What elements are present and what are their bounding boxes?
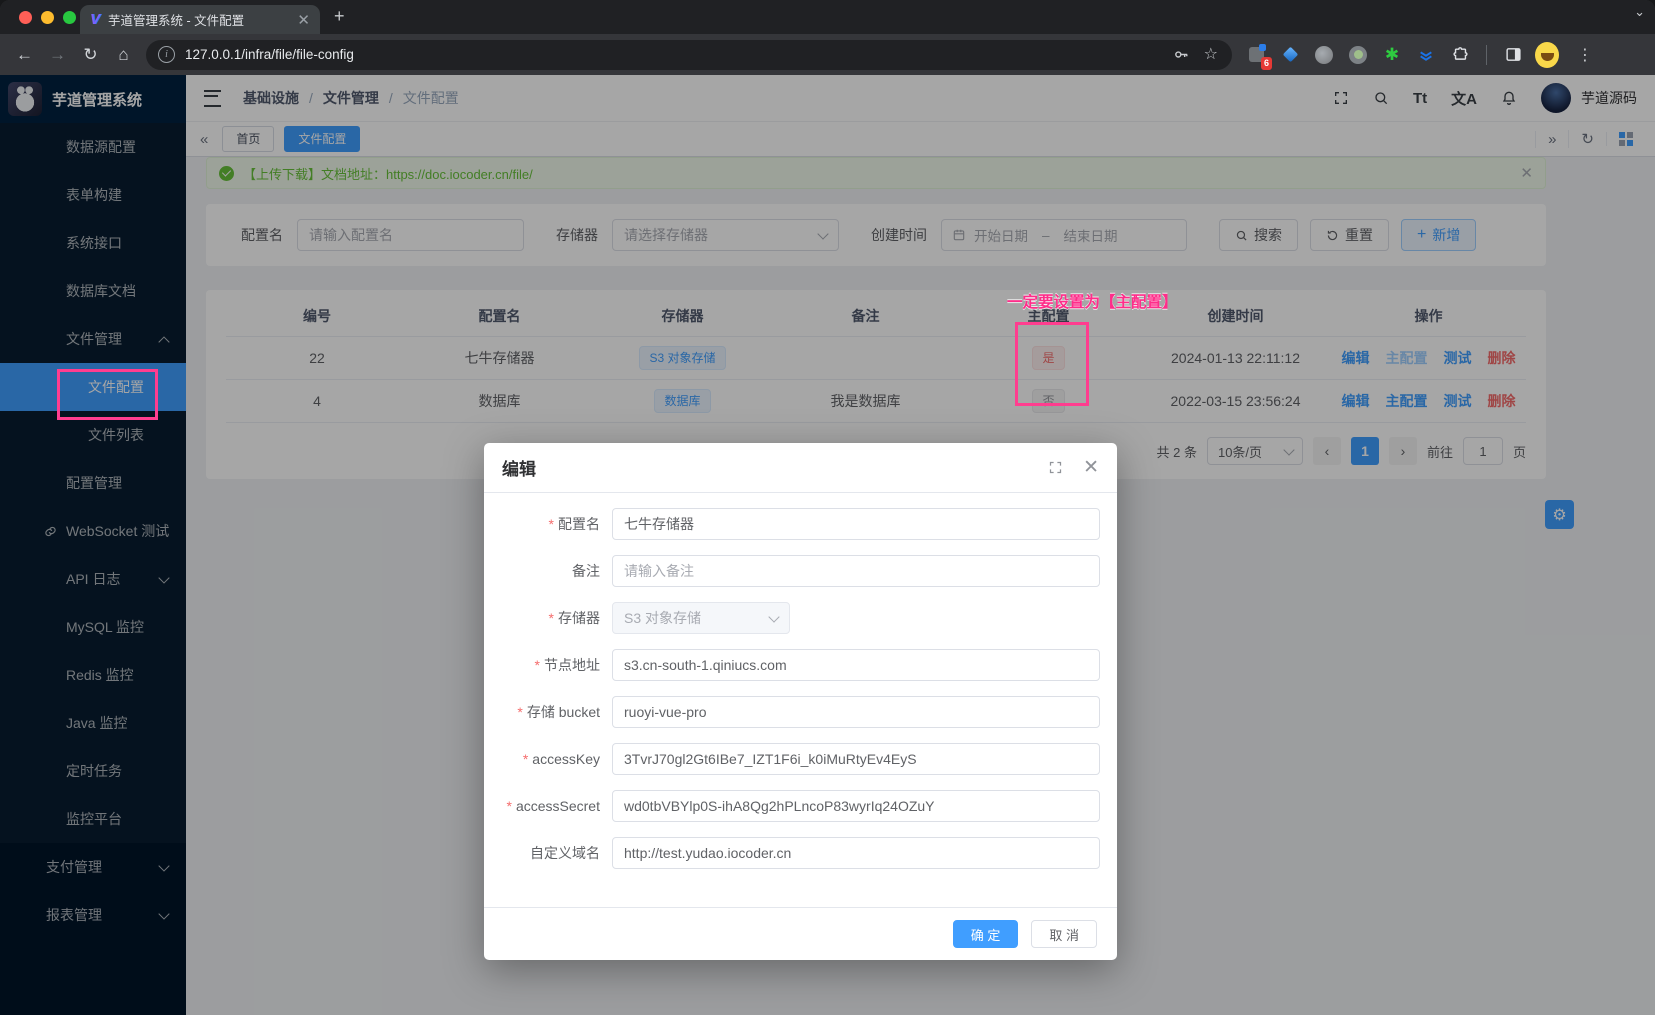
confirm-button[interactable]: 确 定 [953, 920, 1019, 948]
tab-close-icon[interactable]: ✕ [297, 11, 310, 29]
field-label: *accessKey [484, 751, 600, 767]
form-field-domain: 自定义域名 [484, 837, 1117, 869]
browser-tabstrip: V 芋道管理系统 - 文件配置 ✕ + ⌄ [0, 0, 1655, 34]
extension-badge: 6 [1261, 57, 1272, 70]
home-button[interactable]: ⌂ [107, 38, 140, 71]
form-field-remark: 备注 [484, 555, 1117, 587]
annotation-tip-text: 一定要设置为【主配置】 [1007, 290, 1178, 312]
minimize-window-button[interactable] [41, 11, 54, 24]
extension-icon[interactable] [1278, 43, 1302, 67]
name-input[interactable] [612, 508, 1100, 540]
form-field-accessSecret: *accessSecret [484, 790, 1117, 822]
edit-dialog: 编辑 ✕ *配置名备注 *存储器 S3 对象存储 *节点地址 *存储 bucket *ac… [484, 443, 1117, 960]
field-label: *配置名 [484, 514, 600, 534]
window-controls [19, 11, 76, 24]
form-field-endpoint: *节点地址 [484, 649, 1117, 681]
tab-title: 芋道管理系统 - 文件配置 [108, 10, 289, 29]
new-tab-button[interactable]: + [334, 6, 345, 27]
bookmark-star-icon[interactable]: ☆ [1204, 47, 1218, 63]
domain-input[interactable] [612, 837, 1100, 869]
extension-icon[interactable]: 6 [1244, 43, 1268, 67]
dialog-form: *配置名备注 *存储器 S3 对象存储 *节点地址 *存储 bucket *accessK… [484, 493, 1117, 869]
extensions-puzzle-icon[interactable] [1448, 43, 1472, 67]
tab-search-chevron-icon[interactable]: ⌄ [1634, 4, 1645, 20]
storage-select[interactable]: S3 对象存储 [612, 602, 790, 634]
field-label: 自定义域名 [484, 843, 600, 863]
password-key-icon[interactable] [1173, 46, 1190, 63]
extension-icon[interactable] [1346, 43, 1370, 67]
accessSecret-input[interactable] [612, 790, 1100, 822]
field-label: *存储 bucket [484, 702, 600, 722]
browser-tab[interactable]: V 芋道管理系统 - 文件配置 ✕ [80, 5, 320, 34]
browser-toolbar: ← → ↻ ⌂ i 127.0.0.1/infra/file/file-conf… [0, 34, 1655, 75]
dialog-title: 编辑 [502, 455, 536, 480]
dialog-fullscreen-icon[interactable] [1048, 460, 1063, 475]
address-bar[interactable]: i 127.0.0.1/infra/file/file-config ☆ [146, 40, 1232, 70]
back-button[interactable]: ← [8, 38, 41, 71]
bucket-input[interactable] [612, 696, 1100, 728]
chevron-down-icon [768, 611, 779, 622]
extension-icon[interactable] [1414, 43, 1438, 67]
field-label: *accessSecret [484, 798, 600, 814]
form-field-accessKey: *accessKey [484, 743, 1117, 775]
form-field-storage: *存储器 S3 对象存储 [484, 602, 1117, 634]
extension-icon[interactable]: ✱ [1380, 43, 1404, 67]
dialog-header: 编辑 ✕ [484, 443, 1117, 493]
site-favicon-icon: V [90, 12, 100, 28]
extensions-area: 6 ✱ ⋮ [1244, 43, 1601, 67]
dialog-footer: 确 定 取 消 [484, 907, 1117, 960]
close-window-button[interactable] [19, 11, 32, 24]
browser-menu-icon[interactable]: ⋮ [1569, 45, 1601, 65]
browser-profile-avatar[interactable] [1535, 43, 1559, 67]
zoom-window-button[interactable] [63, 11, 76, 24]
field-label: *存储器 [484, 608, 600, 628]
annotation-box-sidebar [57, 369, 158, 420]
dialog-close-icon[interactable]: ✕ [1083, 458, 1099, 477]
side-panel-icon[interactable] [1501, 43, 1525, 67]
reload-button[interactable]: ↻ [74, 38, 107, 71]
annotation-box-primary-column [1015, 322, 1089, 406]
cancel-button[interactable]: 取 消 [1031, 920, 1097, 948]
field-label: 备注 [484, 561, 600, 581]
field-label: *节点地址 [484, 655, 600, 675]
accessKey-input[interactable] [612, 743, 1100, 775]
toolbar-separator [1486, 45, 1487, 65]
extension-icon[interactable] [1312, 43, 1336, 67]
site-info-icon[interactable]: i [158, 46, 175, 63]
forward-button[interactable]: → [41, 38, 74, 71]
url-text[interactable]: 127.0.0.1/infra/file/file-config [185, 47, 1173, 62]
endpoint-input[interactable] [612, 649, 1100, 681]
form-field-name: *配置名 [484, 508, 1117, 540]
remark-input[interactable] [612, 555, 1100, 587]
form-field-bucket: *存储 bucket [484, 696, 1117, 728]
